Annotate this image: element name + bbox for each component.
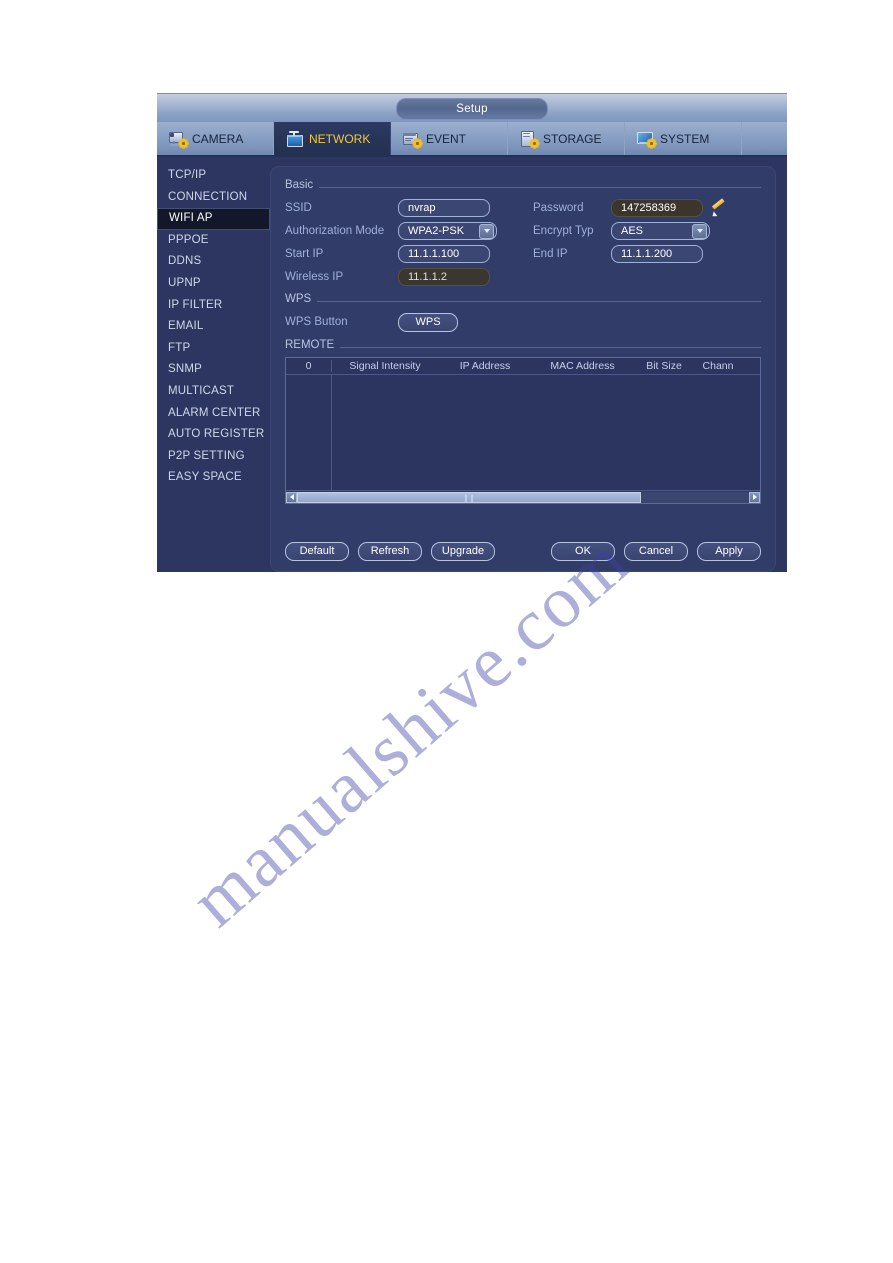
wps-button[interactable]: WPS bbox=[398, 312, 458, 332]
remote-devices-table: 0 Signal Intensity IP Address MAC Addres… bbox=[285, 357, 761, 504]
sidebar-item-auto-register[interactable]: AUTO REGISTER bbox=[157, 424, 270, 446]
table-horizontal-scrollbar[interactable] bbox=[286, 490, 760, 503]
end-ip-label: End IP bbox=[533, 248, 568, 260]
tab-storage-label: STORAGE bbox=[543, 131, 602, 146]
sidebar-item-p2p-setting[interactable]: P2P SETTING bbox=[157, 446, 270, 468]
tab-event-label: EVENT bbox=[426, 131, 467, 146]
column-header-bit-size[interactable]: Bit Size bbox=[633, 360, 695, 372]
sidebar-item-upnp[interactable]: UPNP bbox=[157, 273, 270, 295]
network-icon bbox=[285, 130, 304, 147]
tab-system[interactable]: SYSTEM bbox=[625, 122, 742, 155]
ok-button[interactable]: OK bbox=[551, 542, 615, 561]
footer-left-buttons: Default Refresh Upgrade bbox=[285, 542, 495, 561]
sidebar-item-wifi-ap[interactable]: WIFI AP bbox=[157, 208, 270, 230]
wps-button-label: WPS Button bbox=[285, 316, 348, 328]
form-row-ssid-password: SSID nvrap Password 147258369 bbox=[285, 197, 761, 219]
table-body bbox=[286, 375, 760, 490]
tab-camera-label: CAMERA bbox=[192, 131, 244, 146]
column-header-channel[interactable]: Chann bbox=[695, 360, 741, 372]
refresh-button[interactable]: Refresh bbox=[358, 542, 422, 561]
sidebar-item-email[interactable]: EMAIL bbox=[157, 316, 270, 338]
column-header-ip-address[interactable]: IP Address bbox=[438, 360, 532, 372]
encrypt-type-select[interactable]: AES bbox=[611, 222, 710, 240]
settings-sidebar: TCP/IP CONNECTION WIFI AP PPPOE DDNS UPN… bbox=[157, 157, 270, 572]
end-ip-input[interactable]: 11.1.1.200 bbox=[611, 245, 703, 263]
section-basic-header: Basic bbox=[285, 179, 761, 191]
table-header-row: 0 Signal Intensity IP Address MAC Addres… bbox=[286, 358, 760, 375]
wireless-ip-input: 11.1.1.2 bbox=[398, 268, 490, 286]
encrypt-type-label: Encrypt Typ bbox=[533, 225, 594, 237]
cancel-button[interactable]: Cancel bbox=[624, 542, 688, 561]
storage-icon bbox=[519, 130, 539, 148]
scroll-left-arrow-icon[interactable] bbox=[286, 491, 297, 503]
section-remote-header: REMOTE bbox=[285, 339, 761, 351]
window-body: TCP/IP CONNECTION WIFI AP PPPOE DDNS UPN… bbox=[157, 157, 787, 572]
ssid-input[interactable]: nvrap bbox=[398, 199, 490, 217]
tab-network[interactable]: NETWORK bbox=[274, 122, 391, 155]
sidebar-item-alarm-center[interactable]: ALARM CENTER bbox=[157, 403, 270, 425]
form-row-start-end-ip: Start IP 11.1.1.100 End IP 11.1.1.200 bbox=[285, 243, 761, 265]
wireless-ip-label: Wireless IP bbox=[285, 271, 344, 283]
form-row-wps: WPS Button WPS bbox=[285, 311, 761, 333]
form-row-wireless-ip: Wireless IP 11.1.1.2 bbox=[285, 266, 761, 288]
sidebar-item-pppoe[interactable]: PPPOE bbox=[157, 230, 270, 252]
wifi-ap-panel: Basic SSID nvrap Password 147258369 Auth… bbox=[270, 166, 776, 572]
event-icon bbox=[402, 131, 422, 148]
watermark-text: manualshive.com bbox=[175, 519, 645, 943]
chevron-down-icon[interactable] bbox=[479, 223, 494, 239]
table-column-divider bbox=[331, 375, 332, 490]
section-remote-rule bbox=[340, 347, 761, 348]
scrollbar-track[interactable] bbox=[297, 491, 749, 503]
sidebar-item-tcpip[interactable]: TCP/IP bbox=[157, 165, 270, 187]
sidebar-item-snmp[interactable]: SNMP bbox=[157, 359, 270, 381]
main-tabbar: CAMERA NETWORK EVENT STORAGE SYSTEM bbox=[157, 122, 787, 157]
password-input[interactable]: 147258369 bbox=[611, 199, 703, 217]
sidebar-item-connection[interactable]: CONNECTION bbox=[157, 187, 270, 209]
authorization-mode-value: WPA2-PSK bbox=[408, 225, 465, 237]
sidebar-item-easy-space[interactable]: EASY SPACE bbox=[157, 467, 270, 489]
column-header-index: 0 bbox=[286, 360, 332, 372]
footer-right-buttons: OK Cancel Apply bbox=[551, 542, 761, 561]
tab-event[interactable]: EVENT bbox=[391, 122, 508, 155]
page-title: Setup bbox=[396, 98, 548, 120]
scroll-right-arrow-icon[interactable] bbox=[749, 491, 760, 503]
sidebar-item-ip-filter[interactable]: IP FILTER bbox=[157, 295, 270, 317]
tab-system-label: SYSTEM bbox=[660, 131, 710, 146]
apply-button[interactable]: Apply bbox=[697, 542, 761, 561]
basic-form: SSID nvrap Password 147258369 Authorizat… bbox=[285, 197, 761, 288]
tab-storage[interactable]: STORAGE bbox=[508, 122, 625, 155]
sidebar-item-ddns[interactable]: DDNS bbox=[157, 251, 270, 273]
chevron-down-icon[interactable] bbox=[692, 223, 707, 239]
tab-camera[interactable]: CAMERA bbox=[157, 122, 274, 155]
section-wps-label: WPS bbox=[285, 293, 312, 305]
system-icon bbox=[636, 131, 656, 148]
sidebar-item-ftp[interactable]: FTP bbox=[157, 338, 270, 360]
authorization-mode-label: Authorization Mode bbox=[285, 225, 385, 237]
column-header-mac-address[interactable]: MAC Address bbox=[532, 360, 633, 372]
start-ip-input[interactable]: 11.1.1.100 bbox=[398, 245, 490, 263]
section-remote-label: REMOTE bbox=[285, 339, 335, 351]
start-ip-label: Start IP bbox=[285, 248, 324, 260]
ssid-label: SSID bbox=[285, 202, 312, 214]
column-header-signal-intensity[interactable]: Signal Intensity bbox=[332, 360, 438, 372]
default-button[interactable]: Default bbox=[285, 542, 349, 561]
form-row-auth-encrypt: Authorization Mode WPA2-PSK Encrypt Typ … bbox=[285, 220, 761, 242]
upgrade-button[interactable]: Upgrade bbox=[431, 542, 495, 561]
section-basic-rule bbox=[319, 187, 761, 188]
camera-icon bbox=[168, 131, 188, 148]
section-wps-rule bbox=[317, 301, 761, 302]
panel-footer: Default Refresh Upgrade OK Cancel Apply bbox=[271, 542, 775, 561]
pencil-icon[interactable] bbox=[710, 198, 726, 219]
section-wps-header: WPS bbox=[285, 293, 761, 305]
sidebar-item-multicast[interactable]: MULTICAST bbox=[157, 381, 270, 403]
encrypt-type-value: AES bbox=[621, 225, 644, 237]
password-label: Password bbox=[533, 202, 584, 214]
setup-window: Setup CAMERA NETWORK EVENT STORAGE SYSTE… bbox=[157, 93, 787, 572]
scrollbar-thumb[interactable] bbox=[297, 491, 641, 503]
window-titlebar: Setup bbox=[157, 93, 787, 122]
authorization-mode-select[interactable]: WPA2-PSK bbox=[398, 222, 497, 240]
section-basic-label: Basic bbox=[285, 179, 314, 191]
tab-network-label: NETWORK bbox=[309, 131, 371, 146]
